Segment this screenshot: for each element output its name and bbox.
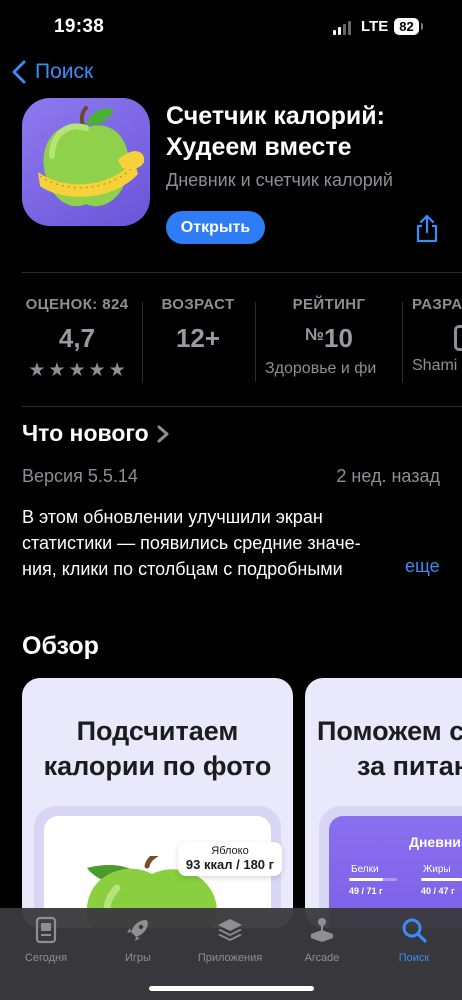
stat-separator [402,302,403,382]
stats-divider [22,406,462,407]
protein-label: Белки [351,864,379,875]
star-icon: ★ [28,360,46,381]
chevron-right-icon [157,425,169,442]
release-date: 2 нед. назад [336,466,440,486]
games-rocket-icon [127,920,148,941]
star-icon: ★ [108,360,126,381]
stat-chart-category: Здоровье и фи [265,360,377,377]
stat-ratings-header: ОЦЕНОК: 824 [25,296,129,313]
stat-developer-header: РАЗРА [412,296,462,313]
tab-apps[interactable]: Приложения [184,916,276,964]
more-link[interactable]: еще [401,556,440,577]
tab-search-label: Поиск [398,952,430,964]
stat-age-header: ВОЗРАСТ [161,296,235,313]
stat-separator [142,302,143,382]
arcade-joystick-icon [311,918,333,942]
tab-today-label: Сегодня [24,952,68,964]
chevron-left-icon [12,60,26,84]
network-type: LTE [361,18,389,35]
rating-stars: ★ ★ ★ ★ ★ [18,361,136,380]
release-notes-line3: ния, клики по столбцам с подробными [22,559,343,579]
food-name: Яблоко [211,845,249,857]
diary-title: Дневни [409,834,461,850]
app-icon [22,98,150,226]
status-time: 19:38 [54,16,105,37]
tab-games-label: Игры [125,952,151,964]
protein-bar [349,878,397,881]
tab-today[interactable]: Сегодня [0,916,92,964]
header-divider [22,272,462,273]
app-subtitle: Дневник и счетчик калорий [166,170,393,190]
share-icon [416,214,438,243]
back-label: Поиск [35,60,94,83]
food-separator: / [232,857,244,872]
overview-title: Обзор [22,632,99,660]
cellular-signal-icon [333,21,351,35]
tab-arcade-label: Arcade [304,952,340,964]
apps-layers-icon [218,919,242,941]
app-title: Счетчик калорий: Худеем вместе [166,101,456,163]
fat-bar [421,878,462,881]
release-notes-line1: В этом обновлении улучшили экран [22,507,323,527]
stat-chart-header: РЕЙТИНГ [292,296,366,313]
food-kcal: 93 ккал [185,857,233,872]
caption-line1: Подсчитаем [76,716,239,746]
caption-line2: калории по фото [43,751,272,781]
screenshot-caption: Подсчитаем калории по фото [22,714,293,784]
screenshot-caption: Поможем с за питан [317,714,462,784]
apple-measuring-tape-icon [38,106,145,207]
whats-new-header[interactable]: Что нового [22,420,171,447]
home-indicator[interactable] [149,986,314,991]
stat-chart[interactable]: РЕЙТИНГ №10 Здоровье и фи [258,296,400,378]
open-button[interactable]: Открыть [166,211,265,244]
stat-ratings-value: 4,7 [58,323,96,353]
version-label: Версия 5.5.14 [22,466,138,486]
caption-line1: Поможем с [317,716,462,746]
food-weight: 180 г [243,857,275,872]
stat-age-value: 12+ [175,323,221,353]
star-icon: ★ [88,360,106,381]
tab-apps-label: Приложения [197,952,263,964]
stat-developer-name: Shami [412,357,458,374]
food-calories: 93 ккал / 180 г [178,857,282,872]
search-icon [402,918,427,943]
stat-separator [255,302,256,382]
tab-arcade[interactable]: Arcade [276,916,368,964]
stat-developer[interactable]: РАЗРА Shami [412,296,462,375]
release-notes-line2: статистики — появились средние значе- [22,533,361,553]
today-icon [35,916,57,944]
app-title-line2: Худеем вместе [166,133,352,161]
stat-ratings[interactable]: ОЦЕНОК: 824 4,7 ★ ★ ★ ★ ★ [18,296,136,380]
share-button[interactable] [414,214,440,249]
stat-chart-prefix: № [305,325,325,344]
battery-icon: 82 [394,18,419,35]
food-label: Яблоко 93 ккал / 180 г [178,842,282,876]
tab-games[interactable]: Игры [92,916,184,964]
star-icon: ★ [68,360,86,381]
stat-age[interactable]: ВОЗРАСТ 12+ [148,296,248,354]
developer-icon [412,325,462,351]
stat-chart-number: 10 [324,323,353,353]
screenshot-card[interactable]: Поможем с за питан Дневни Белки Жиры 49 … [305,678,462,928]
release-notes: В этом обновлении улучшили экран статист… [22,504,442,582]
caption-line2: за питан [357,751,462,781]
fat-label: Жиры [423,864,451,875]
battery-tip [421,23,423,30]
screenshot-card[interactable]: Подсчитаем калории по фото Яблоко 93 кка… [22,678,293,928]
back-button[interactable]: Поиск [12,60,93,84]
stat-chart-value: №10 [258,323,400,354]
app-title-line1: Счетчик калорий: [166,102,385,130]
star-icon: ★ [48,360,66,381]
fat-value: 40 / 47 г [421,886,455,896]
whats-new-title: Что нового [22,420,149,446]
tab-search[interactable]: Поиск [368,916,460,964]
protein-value: 49 / 71 г [349,886,383,896]
